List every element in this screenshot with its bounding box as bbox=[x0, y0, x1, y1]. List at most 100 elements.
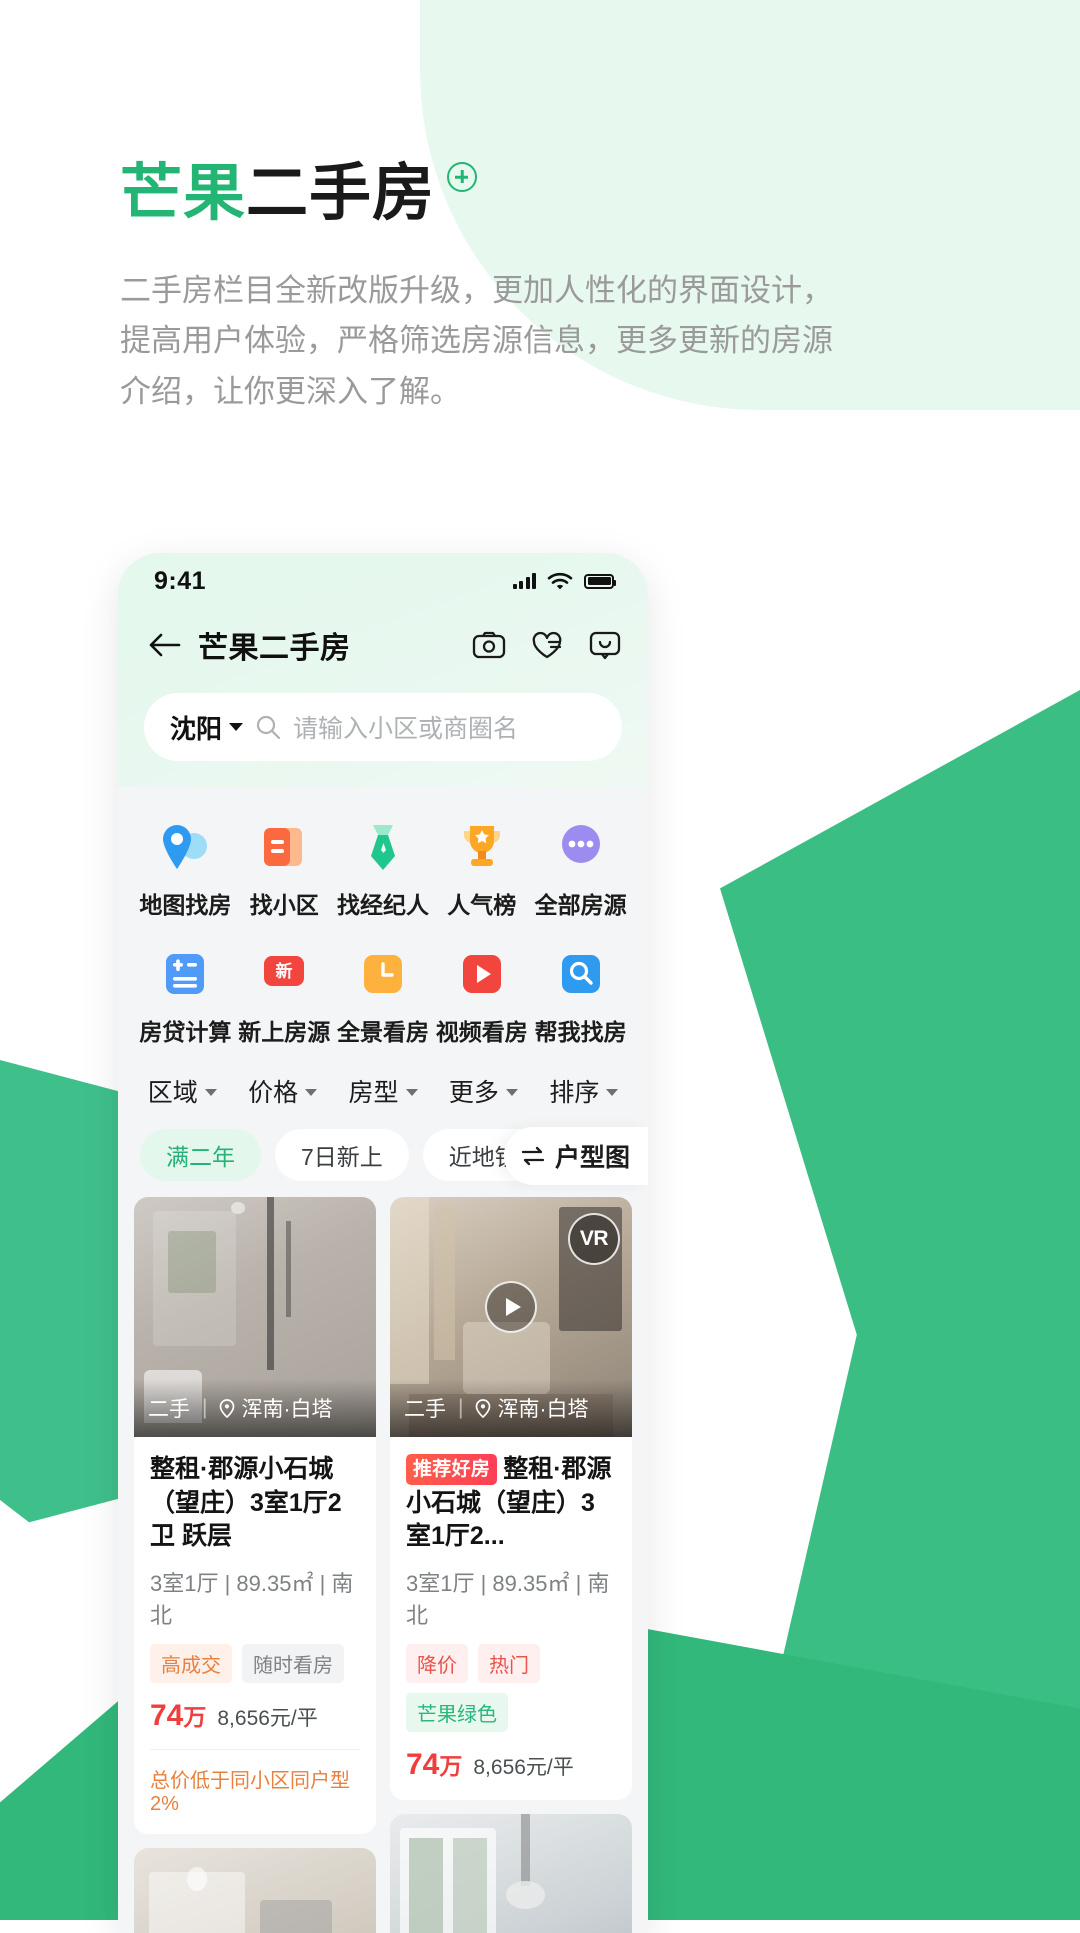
quick-filter-chips-row: 满二年 7日新上 近地铁 随时看房 户型图 bbox=[118, 1123, 648, 1197]
status-time: 9:41 bbox=[154, 567, 206, 596]
entry-label: 视频看房 bbox=[436, 1013, 528, 1047]
video-play-button[interactable] bbox=[485, 1281, 537, 1333]
entry-label: 找经纪人 bbox=[337, 886, 429, 920]
phone-mockup: 9:41 芒果二手房 bbox=[118, 553, 648, 1933]
title-suffix: 二手房 bbox=[246, 160, 435, 228]
entry-popularity-rank[interactable]: 人气榜 bbox=[432, 809, 531, 936]
listing-column-right: VR 二手 | 浑南·白塔 推荐好房整租·郡 bbox=[390, 1197, 632, 1933]
entry-label: 找小区 bbox=[250, 886, 319, 920]
hero-section: 芒果二手房 二手房栏目全新改版升级，更加人性化的界面设计， 提高用户体验，严格筛… bbox=[120, 160, 820, 417]
listing-type-tag: 二手 bbox=[404, 1393, 446, 1423]
chip-new-7days[interactable]: 7日新上 bbox=[275, 1129, 409, 1181]
filter-region[interactable]: 区域 bbox=[132, 1073, 232, 1109]
phone-header-area: 9:41 芒果二手房 bbox=[118, 553, 648, 787]
chevron-down-icon bbox=[205, 1089, 217, 1096]
location-pin-icon bbox=[475, 1399, 491, 1418]
more-dots-icon bbox=[553, 819, 609, 875]
entry-label: 全景看房 bbox=[337, 1013, 429, 1047]
app-title: 芒果二手房 bbox=[198, 623, 351, 667]
filter-label: 更多 bbox=[449, 1073, 499, 1109]
signal-bars-icon bbox=[513, 573, 537, 589]
entry-mortgage-calculator[interactable]: 房贷计算 bbox=[136, 936, 235, 1063]
floorplan-toggle-button[interactable]: 户型图 bbox=[504, 1127, 648, 1185]
description-line-1: 二手房栏目全新改版升级，更加人性化的界面设计， bbox=[120, 266, 820, 316]
recommend-badge: 推荐好房 bbox=[406, 1454, 497, 1485]
search-help-icon bbox=[553, 946, 609, 1002]
chevron-down-icon bbox=[305, 1089, 317, 1096]
entry-all-listings[interactable]: 全部房源 bbox=[531, 809, 630, 936]
listing-card[interactable] bbox=[134, 1848, 376, 1933]
chevron-down-icon bbox=[606, 1089, 618, 1096]
agent-tie-icon bbox=[355, 819, 411, 875]
vr-button[interactable]: VR bbox=[568, 1213, 620, 1265]
filter-more[interactable]: 更多 bbox=[433, 1073, 533, 1109]
entry-label: 房贷计算 bbox=[139, 1013, 231, 1047]
entry-label: 地图找房 bbox=[139, 886, 231, 920]
listing-unit-price: 8,656元/平 bbox=[473, 1751, 573, 1781]
listing-label: 芒果绿色 bbox=[406, 1693, 508, 1732]
filter-label: 区域 bbox=[148, 1073, 198, 1109]
chat-smile-icon[interactable] bbox=[588, 630, 622, 660]
entry-map-search[interactable]: 地图找房 bbox=[136, 809, 235, 936]
entry-find-community[interactable]: 找小区 bbox=[235, 809, 334, 936]
listing-card[interactable]: VR 二手 | 浑南·白塔 推荐好房整租·郡 bbox=[390, 1197, 632, 1800]
entry-help-find[interactable]: 帮我找房 bbox=[531, 936, 630, 1063]
back-arrow-icon[interactable] bbox=[148, 632, 182, 658]
listing-label: 热门 bbox=[478, 1644, 540, 1683]
filter-layout[interactable]: 房型 bbox=[333, 1073, 433, 1109]
listing-meta: 3室1厅 | 89.35㎡ | 南北 bbox=[150, 1566, 360, 1630]
entry-video-tour[interactable]: 视频看房 bbox=[432, 936, 531, 1063]
search-icon bbox=[255, 714, 281, 740]
listing-label: 高成交 bbox=[150, 1644, 232, 1683]
filter-sort[interactable]: 排序 bbox=[534, 1073, 634, 1109]
listing-card[interactable]: 二手 | 浑南·白塔 整租·郡源小石城（望庄）3室1厅2卫 跃层 3室 bbox=[134, 1197, 376, 1834]
city-selector[interactable]: 沈阳 bbox=[170, 709, 243, 746]
entry-panorama[interactable]: 全景看房 bbox=[334, 936, 433, 1063]
trophy-icon bbox=[454, 819, 510, 875]
page-title: 芒果二手房 bbox=[120, 160, 820, 228]
entry-find-agent[interactable]: 找经纪人 bbox=[334, 809, 433, 936]
svg-text:新: 新 bbox=[276, 961, 293, 982]
video-play-icon bbox=[454, 946, 510, 1002]
listing-location: 浑南·白塔 bbox=[475, 1393, 588, 1423]
listing-price-line: 74万 8,656元/平 bbox=[150, 1698, 360, 1733]
chevron-down-icon bbox=[406, 1089, 418, 1096]
quick-entries-row-2: 房贷计算 新 新上房源 全景看房 bbox=[136, 936, 630, 1063]
entry-label: 人气榜 bbox=[447, 886, 516, 920]
floorplan-label: 户型图 bbox=[555, 1138, 630, 1174]
battery-icon bbox=[584, 574, 614, 589]
listing-labels: 降价 热门 芒果绿色 bbox=[406, 1644, 616, 1732]
listing-price: 74万 bbox=[406, 1747, 462, 1782]
calculator-icon bbox=[157, 946, 213, 1002]
listing-photo bbox=[390, 1814, 632, 1933]
filter-price[interactable]: 价格 bbox=[232, 1073, 332, 1109]
photo-decor bbox=[134, 1848, 376, 1933]
description-line-2: 提高用户体验，严格筛选房源信息，更多更新的房源 bbox=[120, 316, 820, 366]
listing-card[interactable] bbox=[390, 1814, 632, 1933]
entry-new-listings[interactable]: 新 新上房源 bbox=[235, 936, 334, 1063]
listing-label: 随时看房 bbox=[242, 1644, 344, 1683]
listing-body: 整租·郡源小石城（望庄）3室1厅2卫 跃层 3室1厅 | 89.35㎡ | 南北… bbox=[134, 1437, 376, 1834]
listing-note: 总价低于同小区同户型2% bbox=[150, 1749, 360, 1816]
listing-cards: 二手 | 浑南·白塔 整租·郡源小石城（望庄）3室1厅2卫 跃层 3室 bbox=[118, 1197, 648, 1933]
wifi-icon bbox=[547, 572, 573, 591]
new-badge-icon: 新 bbox=[256, 946, 312, 1002]
search-bar[interactable]: 沈阳 请输入小区或商圈名 bbox=[144, 693, 622, 761]
panorama-icon bbox=[355, 946, 411, 1002]
chip-two-years[interactable]: 满二年 bbox=[140, 1129, 261, 1181]
camera-icon[interactable] bbox=[472, 630, 506, 660]
search-input[interactable]: 请输入小区或商圈名 bbox=[293, 709, 518, 745]
listing-location: 浑南·白塔 bbox=[219, 1393, 332, 1423]
tag-separator: | bbox=[202, 1396, 207, 1420]
filter-label: 房型 bbox=[349, 1073, 399, 1109]
listing-meta: 3室1厅 | 89.35㎡ | 南北 bbox=[406, 1566, 616, 1630]
photo-decor bbox=[390, 1814, 632, 1933]
entry-label: 全部房源 bbox=[535, 886, 627, 920]
community-book-icon bbox=[256, 819, 312, 875]
plus-circle-icon bbox=[447, 162, 477, 192]
city-label: 沈阳 bbox=[170, 709, 222, 746]
heart-lines-icon[interactable] bbox=[530, 630, 564, 660]
swap-arrows-icon bbox=[520, 1145, 546, 1167]
listing-price-line: 74万 8,656元/平 bbox=[406, 1747, 616, 1782]
photo-tag-row: 二手 | 浑南·白塔 bbox=[134, 1379, 376, 1437]
